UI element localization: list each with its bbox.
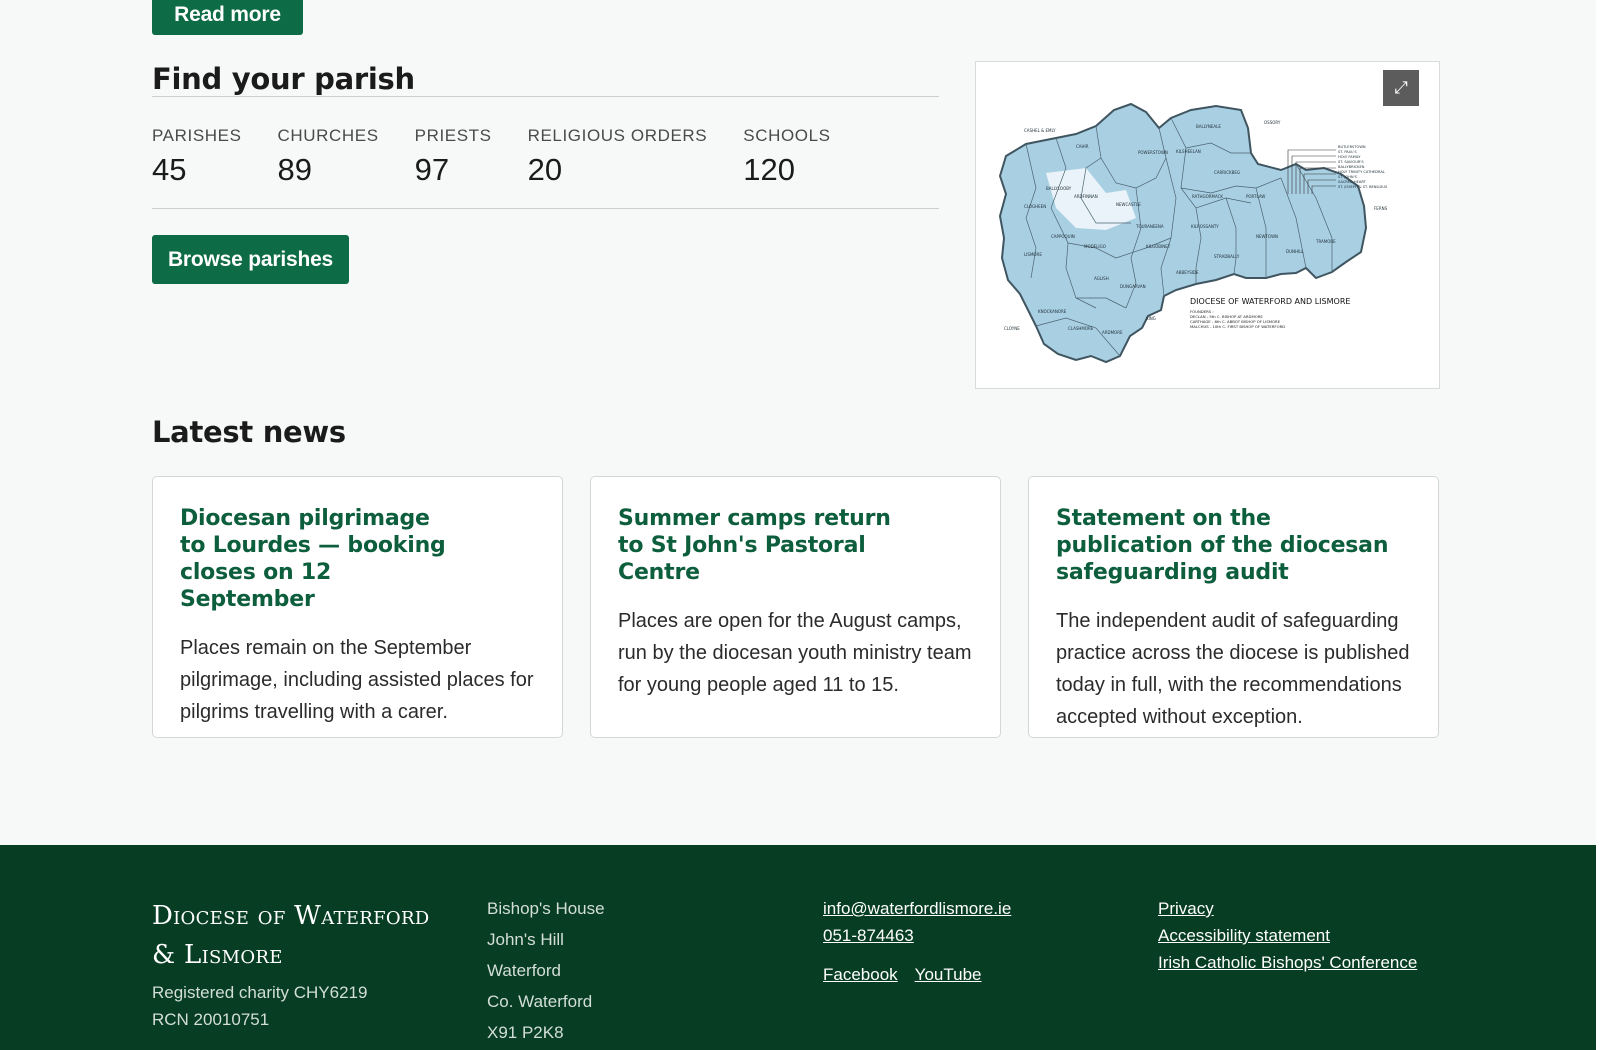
svg-text:TOURANEENA: TOURANEENA [1135, 224, 1164, 229]
news-card-title[interactable]: Statement on the publication of the dioc… [1056, 505, 1411, 586]
svg-text:KILSHEELAN: KILSHEELAN [1176, 149, 1201, 154]
news-list: Diocesan pilgrimage to Lourdes — booking… [152, 476, 1440, 738]
browse-parishes-button[interactable]: Browse parishes [152, 235, 349, 284]
page-edge [1596, 0, 1600, 1050]
news-card-summary: The independent audit of safeguarding pr… [1056, 610, 1410, 728]
stat-value: 45 [152, 152, 187, 187]
stat-value: 89 [277, 152, 312, 187]
email-link[interactable]: info@waterfordlismore.ie [823, 895, 1011, 922]
svg-text:LISMORE: LISMORE [1024, 252, 1042, 257]
svg-text:ARDMORE: ARDMORE [1102, 330, 1123, 335]
svg-text:CLOYNE: CLOYNE [1004, 326, 1020, 331]
svg-text:MODELIGO: MODELIGO [1084, 244, 1106, 249]
svg-text:MALCHUS - 10th C. FIRST BISHOP: MALCHUS - 10th C. FIRST BISHOP OF WATERF… [1190, 324, 1285, 329]
svg-text:ARDFINNAN: ARDFINNAN [1074, 194, 1098, 199]
site-footer: Diocese of Waterford & Lismore Registere… [0, 845, 1596, 1050]
svg-text:SACRED HEART: SACRED HEART [1338, 180, 1367, 184]
youtube-link[interactable]: YouTube [915, 961, 982, 988]
svg-text:CAHIR: CAHIR [1076, 144, 1089, 149]
stat-label: RELIGIOUS ORDERS [527, 126, 708, 145]
svg-text:KING: KING [1146, 316, 1156, 321]
accessibility-link[interactable]: Accessibility statement [1158, 922, 1417, 949]
svg-text:BALLYLOOBY: BALLYLOOBY [1046, 186, 1072, 191]
svg-text:ST. SAVIOUR'S: ST. SAVIOUR'S [1338, 160, 1364, 164]
stat-religious-orders: RELIGIOUS ORDERS 20 [528, 127, 708, 208]
svg-text:ST. JOSEPH & ST. BENILDUS: ST. JOSEPH & ST. BENILDUS [1338, 185, 1388, 189]
stat-label: SCHOOLS [743, 126, 831, 145]
news-card-title[interactable]: Summer camps return to St John's Pastora… [618, 505, 908, 586]
svg-text:HOLY FAMILY: HOLY FAMILY [1338, 155, 1361, 159]
svg-text:CLASHMORE: CLASHMORE [1068, 326, 1094, 331]
address-line: Bishop's House [487, 899, 605, 918]
privacy-link[interactable]: Privacy [1158, 895, 1417, 922]
svg-text:CAPPOQUIN: CAPPOQUIN [1051, 234, 1075, 239]
svg-text:ABBEYSIDE: ABBEYSIDE [1176, 270, 1199, 275]
rcn-number: RCN 20010751 [152, 1010, 270, 1029]
svg-text:BALLYBRICKEN: BALLYBRICKEN [1338, 165, 1365, 169]
svg-text:HOLY TRINITY CATHEDRAL: HOLY TRINITY CATHEDRAL [1338, 170, 1385, 174]
facebook-link[interactable]: Facebook [823, 961, 898, 988]
news-card[interactable]: Summer camps return to St John's Pastora… [590, 476, 1001, 738]
svg-text:BALLYNEALE: BALLYNEALE [1196, 124, 1221, 129]
svg-text:AGLISH: AGLISH [1094, 276, 1109, 281]
address-line: X91 P2K8 [487, 1023, 564, 1042]
stat-priests: PRIESTS 97 [415, 127, 492, 208]
news-card-title[interactable]: Diocesan pilgrimage to Lourdes — booking… [180, 505, 450, 613]
latest-news-heading: Latest news [152, 415, 346, 449]
address-line: John's Hill [487, 930, 564, 949]
social-links: Facebook YouTube [823, 961, 1011, 988]
stat-churches: CHURCHES 89 [278, 127, 379, 208]
stat-schools: SCHOOLS 120 [743, 127, 830, 208]
news-card-summary: Places remain on the September pilgrimag… [180, 637, 534, 723]
svg-text:KILGOBINET: KILGOBINET [1146, 244, 1171, 249]
expand-icon[interactable]: ⤢ [1383, 70, 1419, 106]
svg-text:POWERSTOWN: POWERSTOWN [1138, 150, 1168, 155]
footer-contact: info@waterfordlismore.ie 051-874463 Face… [823, 895, 1011, 988]
footer-brand-column: Diocese of Waterford & Lismore Registere… [152, 897, 430, 1033]
address-line: Waterford [487, 961, 562, 980]
stat-label: PARISHES [152, 126, 242, 145]
svg-text:NEWTOWN: NEWTOWN [1256, 234, 1278, 239]
diocese-map-card[interactable]: CAHIR BALLYLOOBY ARDFINNAN CLOGHEEN NEWC… [975, 61, 1440, 389]
svg-text:RATHGORMACK: RATHGORMACK [1192, 194, 1223, 199]
find-parish-heading: Find your parish [152, 60, 939, 97]
footer-brand-name: Diocese of Waterford & Lismore [152, 901, 430, 970]
stat-value: 20 [527, 152, 563, 187]
svg-text:CLOGHEEN: CLOGHEEN [1024, 204, 1046, 209]
footer-address: Bishop's House John's Hill Waterford Co.… [487, 893, 605, 1048]
svg-text:DUNGARVAN: DUNGARVAN [1120, 284, 1146, 289]
parish-stats: PARISHES 45 CHURCHES 89 PRIESTS 97 RELIG… [152, 97, 939, 209]
svg-text:DUNHILL: DUNHILL [1286, 249, 1304, 254]
svg-text:CARRICKBEG: CARRICKBEG [1214, 170, 1240, 175]
phone-link[interactable]: 051-874463 [823, 922, 1011, 949]
svg-text:ST. JOHN'S: ST. JOHN'S [1338, 175, 1358, 179]
footer-links: Privacy Accessibility statement Irish Ca… [1158, 895, 1417, 976]
charity-number: Registered charity CHY6219 [152, 983, 368, 1002]
map-caption: DIOCESE OF WATERFORD AND LISMORE [1190, 297, 1350, 306]
svg-text:KILROSSANTY: KILROSSANTY [1191, 224, 1219, 229]
svg-text:NEWCASTLE: NEWCASTLE [1116, 202, 1141, 207]
stat-label: PRIESTS [414, 126, 492, 145]
news-card[interactable]: Diocesan pilgrimage to Lourdes — booking… [152, 476, 563, 738]
address-line: Co. Waterford [487, 992, 593, 1011]
read-more-button[interactable]: Read more [152, 0, 303, 35]
stat-label: CHURCHES [277, 126, 379, 145]
stat-value: 97 [414, 152, 450, 187]
svg-text:TRAMORE: TRAMORE [1315, 239, 1336, 244]
svg-text:OSSORY: OSSORY [1264, 120, 1281, 125]
news-card-summary: Places are open for the August camps, ru… [618, 610, 972, 696]
find-parish-section: Find your parish PARISHES 45 CHURCHES 89… [152, 60, 939, 284]
svg-text:KNOCKANORE: KNOCKANORE [1038, 309, 1067, 314]
svg-text:PORTLAW: PORTLAW [1246, 194, 1265, 199]
svg-text:CASHEL & EMLY: CASHEL & EMLY [1024, 128, 1056, 133]
svg-text:STRADBALLY: STRADBALLY [1214, 254, 1240, 259]
news-card[interactable]: Statement on the publication of the dioc… [1028, 476, 1439, 738]
diocese-map-image: CAHIR BALLYLOOBY ARDFINNAN CLOGHEEN NEWC… [998, 102, 1388, 364]
svg-text:BUTLERSTOWN: BUTLERSTOWN [1338, 145, 1366, 149]
stat-parishes: PARISHES 45 [152, 127, 242, 208]
svg-text:FERNS: FERNS [1374, 206, 1388, 211]
svg-text:ST. PAUL'S: ST. PAUL'S [1338, 150, 1357, 154]
bishops-conference-link[interactable]: Irish Catholic Bishops' Conference [1158, 949, 1417, 976]
stat-value: 120 [743, 152, 795, 187]
